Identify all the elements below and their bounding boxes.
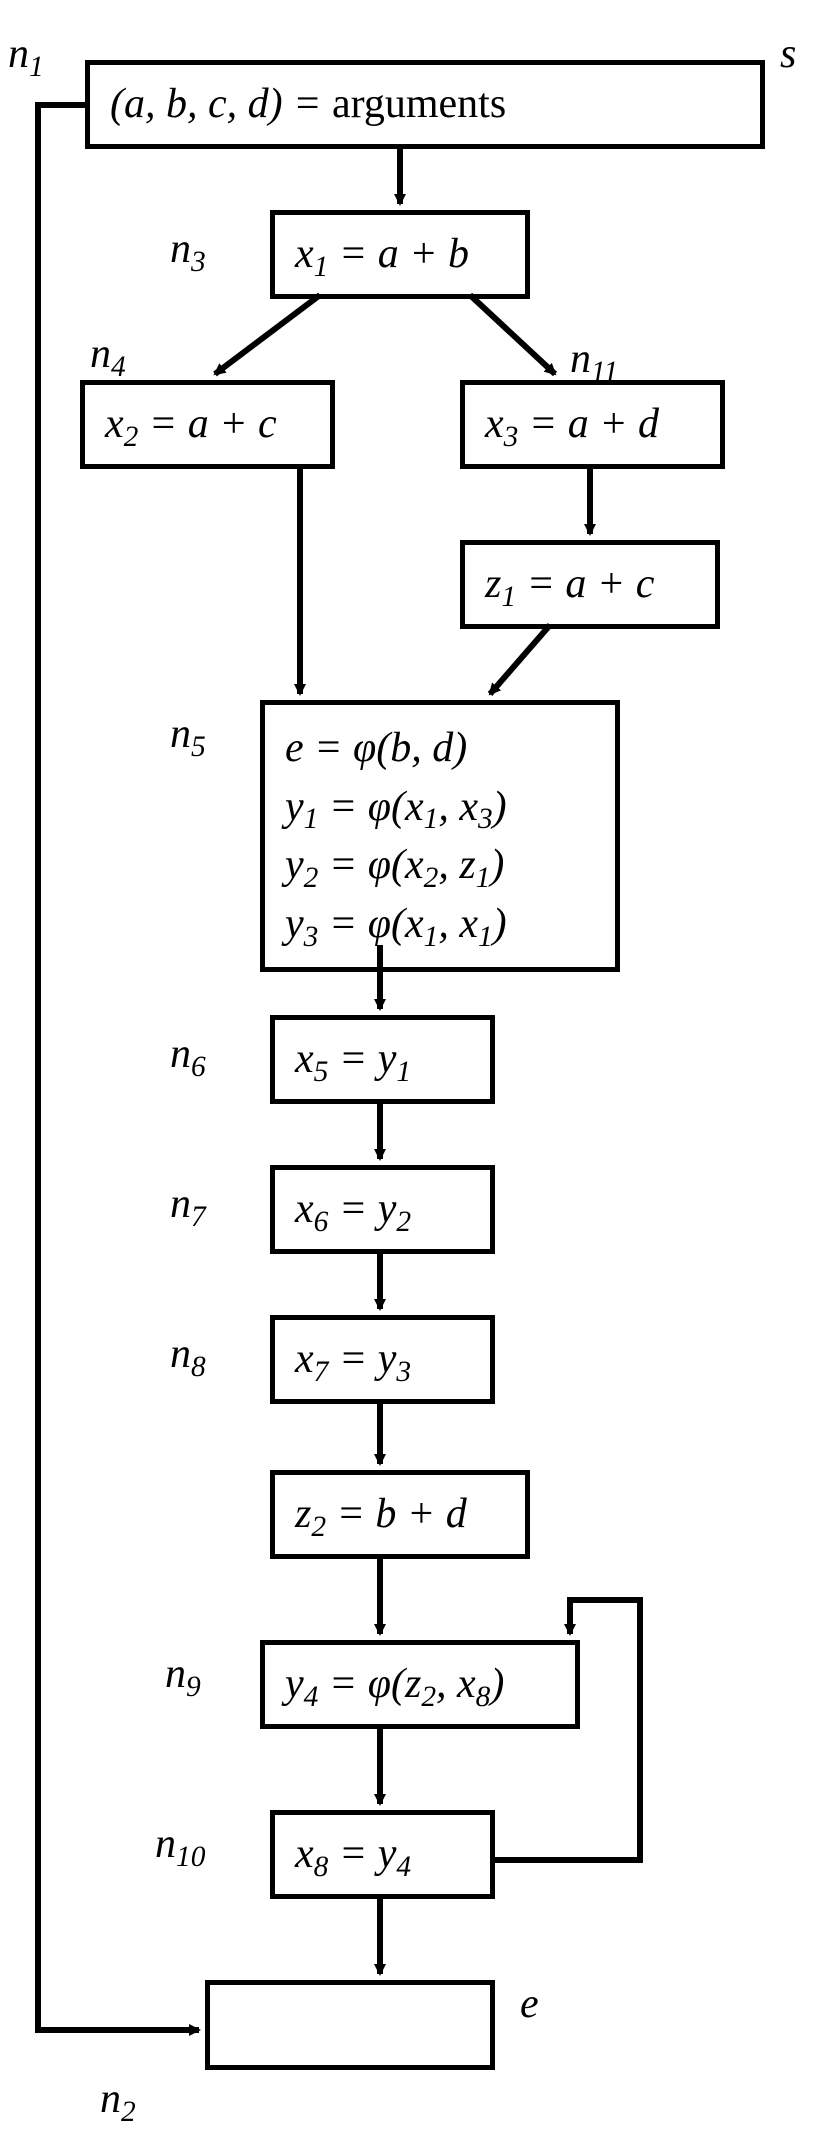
edges-overlay (0, 0, 821, 2145)
